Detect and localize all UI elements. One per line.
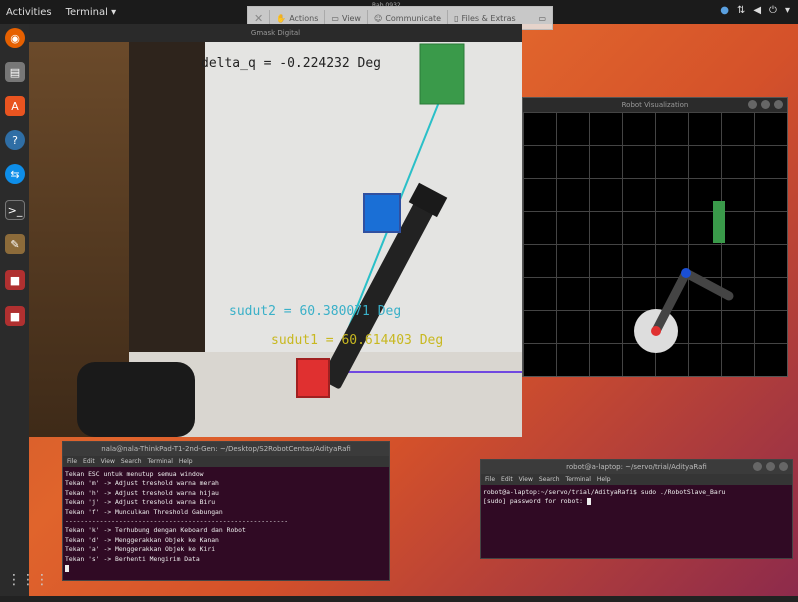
terminal-2-title: robot@a-laptop: ~/servo/trial/AdityaRafi xyxy=(481,460,792,474)
network-icon[interactable]: ⇅ xyxy=(737,5,745,16)
menu-view[interactable]: View xyxy=(519,474,533,485)
menu-terminal[interactable]: Terminal xyxy=(566,474,591,485)
robot-visualization-window: Robot Visualization xyxy=(522,97,788,377)
files-icon[interactable]: ▤ xyxy=(5,62,25,82)
actions-button[interactable]: ✋ Actions xyxy=(270,14,324,23)
volume-icon[interactable]: ◀ xyxy=(753,5,761,16)
target-green-bar xyxy=(713,201,725,243)
terminal-1-menubar: File Edit View Search Terminal Help xyxy=(63,456,389,467)
view-label: View xyxy=(341,13,361,23)
menu-view[interactable]: View xyxy=(101,456,115,467)
menu-search[interactable]: Search xyxy=(539,474,560,485)
communicate-label: Communicate xyxy=(385,13,442,23)
window-controls xyxy=(753,462,788,471)
camera-window: Gmask Digital delta_q = -0.224232 Deg su… xyxy=(29,24,522,437)
chat-icon: ☺ xyxy=(373,13,383,23)
terminal-2-output[interactable]: robot@a-laptop:~/servo/trial/AdityaRafi$… xyxy=(481,485,792,510)
communicate-button[interactable]: ☺ Communicate xyxy=(368,14,447,23)
sudut2-readout: sudut2 = 60.380071 Deg xyxy=(229,304,402,319)
terminal-window-2[interactable]: robot@a-laptop: ~/servo/trial/AdityaRafi… xyxy=(480,459,793,559)
teamviewer-icon[interactable]: ⇆ xyxy=(5,164,25,184)
terminal-line: Tekan 'a' -> Menggerakkan Objek ke Kiri xyxy=(65,545,216,554)
dock: ◉ ▤ A ? ⇆ >_ ✎ ■ ■ ⋮⋮⋮ xyxy=(0,24,49,602)
terminal-2-menubar: File Edit View Search Terminal Help xyxy=(481,474,792,485)
maximize-button[interactable] xyxy=(766,462,775,471)
terminal-line: Tekan 'd' -> Menggerakkan Objek ke Kanan xyxy=(65,535,219,544)
terminal-line: Tekan 'f' -> Munculkan Threshold Gabunga… xyxy=(65,507,223,516)
robot-link-2 xyxy=(681,268,734,301)
terminal-cursor xyxy=(586,497,591,505)
files-extras-button[interactable]: ▯ Files & Extras xyxy=(448,14,522,23)
robot-joint-red xyxy=(651,326,661,336)
close-session-button[interactable]: ✕ xyxy=(248,12,269,25)
terminal-2-title-text: robot@a-laptop: ~/servo/trial/AdityaRafi xyxy=(566,463,707,471)
app-menu-terminal[interactable]: Terminal ▾ xyxy=(66,7,116,18)
activities-button[interactable]: Activities xyxy=(6,7,52,18)
minimize-button[interactable] xyxy=(753,462,762,471)
accessibility-icon[interactable]: ● xyxy=(720,5,729,16)
terminal-line: Tekan 'm' -> Adjust treshold warna merah xyxy=(65,479,219,488)
terminal-1-output[interactable]: Tekan ESC untuk menutup semua window Teka… xyxy=(63,467,389,576)
menu-terminal[interactable]: Terminal xyxy=(148,456,173,467)
green-marker-box xyxy=(419,43,465,105)
files-label: Files & Extras xyxy=(461,13,516,23)
terminal-line: Tekan ESC untuk menutup semua window xyxy=(65,470,204,478)
actions-label: Actions xyxy=(289,13,319,23)
show-applications-icon[interactable]: ⋮⋮⋮ xyxy=(7,572,49,588)
app-icon-red[interactable]: ■ xyxy=(5,306,25,326)
camera-overlay xyxy=(296,43,522,398)
menu-edit[interactable]: Edit xyxy=(501,474,513,485)
minimize-toolbar-button[interactable]: ▭ xyxy=(532,14,552,23)
close-icon: ✕ xyxy=(254,11,264,25)
menu-edit[interactable]: Edit xyxy=(83,456,95,467)
power-icon[interactable]: ⏻ xyxy=(769,5,777,16)
gimp-icon[interactable]: ✎ xyxy=(5,234,25,254)
menu-help[interactable]: Help xyxy=(179,456,193,467)
robot-drawing xyxy=(634,201,734,353)
terminal-cursor xyxy=(65,564,69,572)
menu-search[interactable]: Search xyxy=(121,456,142,467)
terminal-line: robot@a-laptop:~/servo/trial/AdityaRafi$… xyxy=(483,488,726,496)
monitor-icon: ▭ xyxy=(331,13,339,23)
chevron-down-icon[interactable]: ▾ xyxy=(785,5,790,16)
terminal-line: Tekan 'k' -> Terhubung dengan Keboard da… xyxy=(65,526,246,535)
menu-file[interactable]: File xyxy=(67,456,77,467)
red-marker-box xyxy=(296,358,330,398)
robot-joint-blue xyxy=(681,268,691,278)
menu-file[interactable]: File xyxy=(485,474,495,485)
terminal-line: [sudo] password for robot: xyxy=(483,497,587,506)
terminal-line: Tekan 'h' -> Adjust treshold warna hijau xyxy=(65,488,219,497)
blue-marker-box xyxy=(363,193,401,233)
view-button[interactable]: ▭ View xyxy=(325,14,367,23)
terminal-line: Tekan 'j' -> Adjust treshold warna Biru xyxy=(65,498,216,507)
close-button[interactable] xyxy=(779,462,788,471)
delta-q-readout: delta_q = -0.224232 Deg xyxy=(201,56,382,71)
system-tray[interactable]: ● ⇅ ◀ ⏻ ▾ xyxy=(720,5,790,16)
bottom-bar xyxy=(0,596,798,602)
hand-icon: ✋ xyxy=(276,13,287,23)
firefox-icon[interactable]: ◉ xyxy=(5,28,25,48)
app-icon-red[interactable]: ■ xyxy=(5,270,25,290)
terminal-line: ----------------------------------------… xyxy=(65,517,289,526)
file-icon: ▯ xyxy=(454,13,459,23)
help-icon[interactable]: ? xyxy=(5,130,25,150)
terminal-line: Tekan 's' -> Berhenti Mengirim Data xyxy=(65,554,200,563)
menu-help[interactable]: Help xyxy=(597,474,611,485)
terminal-1-title: nala@nala-ThinkPad-T1-2nd-Gen: ~/Desktop… xyxy=(63,442,389,456)
software-center-icon[interactable]: A xyxy=(5,96,25,116)
minimize-icon: ▭ xyxy=(538,13,546,23)
terminal-icon[interactable]: >_ xyxy=(5,200,25,220)
terminal-window-1[interactable]: nala@nala-ThinkPad-T1-2nd-Gen: ~/Desktop… xyxy=(62,441,390,581)
sudut1-readout: sudut1 = 60.614403 Deg xyxy=(271,333,444,348)
